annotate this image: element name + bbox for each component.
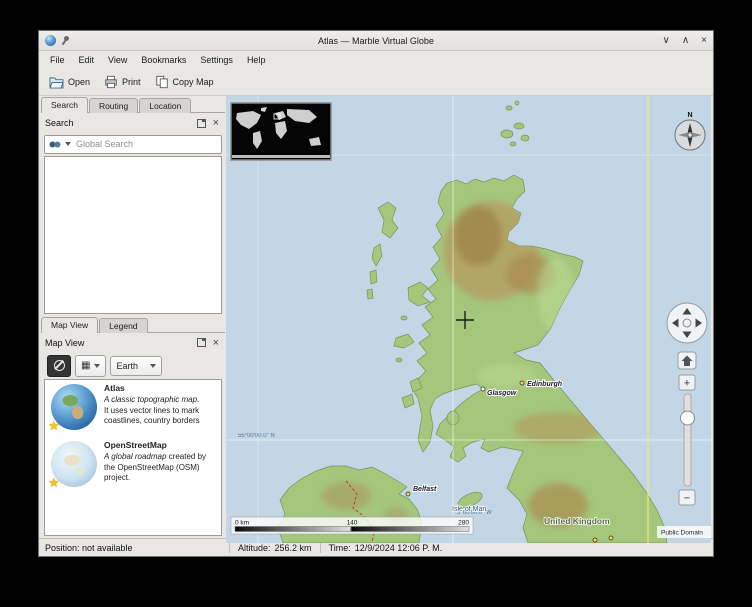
city-dot-belfast[interactable] (406, 492, 410, 496)
map-canvas[interactable]: 55°00'00.0" N 5°00'00.0" W Glasgow Edinb… (226, 96, 710, 538)
projection-icon (54, 360, 65, 371)
search-input[interactable] (74, 138, 217, 150)
latitude-label: 55°00'00.0" N (238, 433, 275, 439)
projection-button[interactable] (47, 355, 71, 377)
search-provider-caret-icon[interactable] (65, 142, 71, 146)
scale-label-start: 0 km (235, 520, 249, 527)
city-label-glasgow: Glasgow (487, 390, 517, 397)
tab-location[interactable]: Location (139, 98, 191, 113)
tab-legend[interactable]: Legend (99, 318, 147, 333)
menu-bookmarks[interactable]: Bookmarks (134, 53, 193, 67)
open-folder-icon (49, 76, 64, 89)
status-position: Position: not available (45, 543, 221, 553)
celestial-body-select[interactable]: Earth (110, 356, 162, 376)
minimize-button[interactable]: ∨ (663, 36, 670, 46)
tab-search[interactable]: Search (41, 97, 88, 113)
status-time-value: 12/9/2024 12:06 P. M. (355, 543, 442, 553)
titlebar[interactable]: Atlas — Marble Virtual Globe ∨ ∧ × (39, 31, 713, 51)
compass-north-label: N (687, 112, 692, 119)
toolbar: Open Print Copy Map (39, 69, 713, 96)
menu-edit[interactable]: Edit (72, 53, 102, 67)
statusbar-divider (320, 542, 321, 553)
marble-window: Atlas — Marble Virtual Globe ∨ ∧ × File … (38, 30, 714, 557)
home-icon (684, 361, 690, 366)
zoom-slider-track[interactable] (684, 394, 691, 486)
city-dot-edinburgh[interactable] (520, 381, 524, 385)
favorite-star-icon[interactable]: ★ (48, 418, 60, 434)
map-theme-list: ★ Atlas A classic topographic map. It us… (44, 379, 222, 537)
theme-description: A classic topographic map. (104, 395, 199, 404)
region-label-isle-of-man: Isle of Man (452, 506, 486, 513)
search-results-list[interactable] (44, 156, 222, 314)
tab-routing[interactable]: Routing (89, 98, 138, 113)
city-dot[interactable] (593, 538, 597, 542)
theme-title: Atlas (104, 383, 217, 394)
search-dock-title: Search (45, 118, 197, 128)
global-search-icon[interactable] (49, 140, 62, 149)
window-title: Atlas — Marble Virtual Globe (165, 36, 587, 46)
theme-title: OpenStreetMap (104, 440, 217, 451)
view-mode-button[interactable]: ▦ (75, 355, 106, 377)
sidebar: Search Routing Location Search × (39, 96, 225, 538)
chevron-down-icon (94, 364, 100, 368)
search-dock-header: Search × (41, 113, 225, 133)
mapview-controls: ▦ Earth (41, 353, 225, 379)
sidebar-tabs-top: Search Routing Location (41, 96, 225, 113)
scale-label-end: 280 (458, 520, 469, 527)
float-dock-icon[interactable] (197, 119, 206, 128)
maximize-button[interactable]: ∧ (682, 36, 689, 46)
status-altitude-value: 256.2 km (275, 543, 312, 553)
close-dock-icon[interactable]: × (213, 118, 219, 128)
float-dock-icon[interactable] (197, 338, 206, 347)
desktop-background: Atlas — Marble Virtual Globe ∨ ∧ × File … (0, 0, 752, 607)
attribution: Public Domain (657, 526, 711, 538)
favorite-star-icon[interactable]: ★ (48, 475, 60, 491)
close-dock-icon[interactable]: × (213, 338, 219, 348)
city-label-belfast: Belfast (413, 486, 437, 493)
city-dot[interactable] (609, 536, 613, 540)
menu-file[interactable]: File (43, 53, 72, 67)
zoom-in-glyph: + (684, 378, 690, 390)
zoom-slider-handle[interactable] (681, 411, 695, 425)
menu-view[interactable]: View (101, 53, 134, 67)
status-time-label: Time: (329, 543, 351, 553)
copy-icon (155, 75, 169, 89)
theme-description: A global roadmap (104, 452, 166, 461)
chevron-down-icon (150, 364, 156, 368)
tab-map-view[interactable]: Map View (41, 317, 98, 333)
overview-map[interactable] (231, 103, 331, 160)
scale-bar: 0 km 140 280 (231, 517, 473, 534)
mapview-dock-header: Map View × (41, 333, 225, 353)
attribution-label: Public Domain (661, 530, 703, 537)
country-label-united-kingdom: United Kingdom (544, 516, 610, 526)
search-box[interactable] (44, 135, 222, 154)
city-label-edinburgh: Edinburgh (527, 381, 562, 388)
scale-label-mid: 140 (347, 520, 358, 527)
grid-icon: ▦ (81, 361, 90, 371)
theme-item-atlas[interactable]: ★ Atlas A classic topographic map. It us… (45, 380, 221, 437)
statusbar-divider (229, 542, 230, 553)
zoom-out-glyph: − (684, 493, 690, 505)
mapview-dock-title: Map View (45, 338, 197, 348)
copy-map-button[interactable]: Copy Map (155, 75, 214, 89)
status-altitude-label: Altitude: (238, 543, 271, 553)
app-icon (45, 35, 56, 46)
open-button[interactable]: Open (49, 76, 90, 89)
print-button[interactable]: Print (104, 75, 141, 89)
theme-item-openstreetmap[interactable]: ★ OpenStreetMap A global roadmap created… (45, 437, 221, 494)
pan-center-button[interactable] (683, 319, 691, 327)
theme-description-more: It uses vector lines to mark coastlines,… (104, 406, 200, 425)
pin-icon[interactable] (61, 36, 70, 45)
menu-help[interactable]: Help (240, 53, 273, 67)
menu-settings[interactable]: Settings (193, 53, 240, 67)
city-dot-glasgow[interactable] (481, 387, 485, 391)
menubar: File Edit View Bookmarks Settings Help (39, 51, 713, 69)
close-button[interactable]: × (701, 36, 707, 46)
sidebar-tabs-bottom: Map View Legend (41, 316, 225, 333)
printer-icon (104, 75, 118, 89)
